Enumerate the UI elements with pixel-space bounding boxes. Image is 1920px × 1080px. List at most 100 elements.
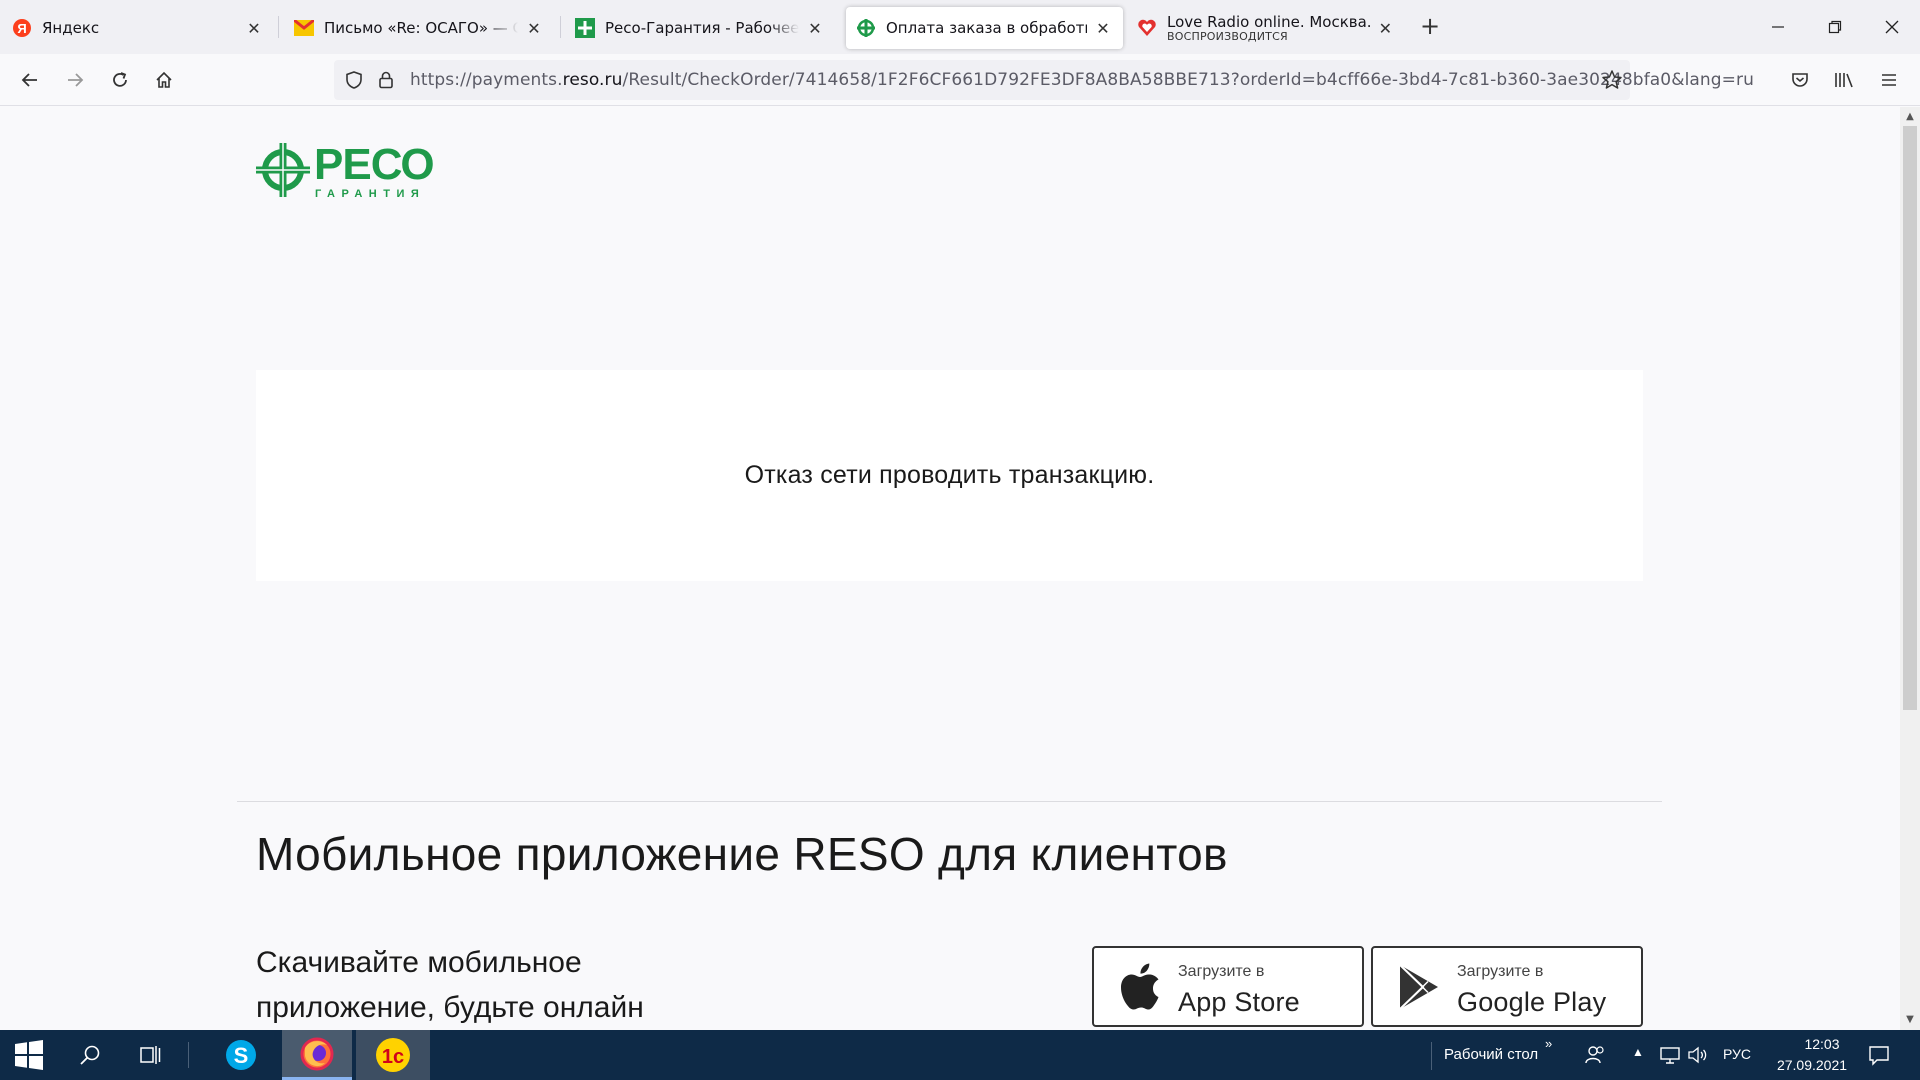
pocket-icon [1792, 73, 1808, 87]
status-message: Отказ сети проводить транзакцию. [744, 461, 1155, 489]
skype-icon: S [226, 1040, 256, 1070]
close-icon[interactable]: ✕ [524, 18, 544, 38]
tab-order-processing[interactable]: Оплата заказа в обработке ✕ [846, 7, 1123, 49]
tab-love-radio[interactable]: Love Radio online. Москва. ВОСПРОИЗВОДИТ… [1127, 7, 1403, 49]
task-view-icon [140, 1046, 161, 1064]
minimize-button[interactable] [1758, 12, 1798, 42]
section-divider [237, 801, 1662, 802]
chevron-right-double-icon[interactable]: » [1545, 1036, 1552, 1051]
taskbar-separator [188, 1042, 189, 1068]
home-button[interactable] [148, 64, 180, 96]
googleplay-small-label: Загрузите в [1457, 962, 1544, 980]
close-icon[interactable]: ✕ [244, 18, 264, 38]
mail-icon [294, 18, 314, 38]
tab-title: Яндекс [42, 19, 100, 37]
arrow-left-icon [21, 73, 37, 87]
app-description: Скачивайте мобильное приложение, будьте … [256, 946, 644, 1024]
appstore-big-label: App Store [1178, 986, 1300, 1017]
lock-icon[interactable] [374, 68, 398, 92]
reload-icon [113, 72, 127, 87]
forward-button[interactable] [59, 64, 91, 96]
page-content: РЕСО ГАРАНТИЯ Отказ сети проводить транз… [0, 107, 1900, 1030]
tab-separator [278, 16, 279, 38]
svg-text:Я: Я [17, 21, 26, 36]
1c-app[interactable]: 1с [356, 1030, 430, 1080]
reso-logo[interactable]: РЕСО ГАРАНТИЯ [255, 137, 450, 200]
google-play-icon [1389, 962, 1449, 1012]
app-store-button[interactable]: Загрузите в App Store [1092, 946, 1364, 1027]
tab-audio-status: ВОСПРОИЗВОДИТСЯ [1167, 29, 1288, 43]
tab-title: Письмо «Re: ОСАГО» — Служба [324, 19, 518, 37]
desktop-toolbar-label[interactable]: Рабочий стол [1444, 1046, 1538, 1063]
reso-icon [575, 18, 595, 38]
close-icon[interactable]: ✕ [805, 18, 825, 38]
notifications-button[interactable] [1856, 1030, 1902, 1080]
volume-button[interactable] [1684, 1030, 1712, 1080]
minimize-icon [1772, 26, 1784, 28]
shield-icon[interactable] [342, 68, 366, 92]
taskbar-separator [1431, 1042, 1432, 1070]
chevron-up-icon[interactable]: ▲ [1632, 1045, 1644, 1059]
1c-icon: 1с [376, 1038, 410, 1072]
skype-app[interactable]: S [216, 1030, 266, 1080]
windows-icon [15, 1040, 43, 1070]
tab-title: Ресо-Гарантия - Рабочее место [605, 19, 799, 37]
library-icon [1835, 73, 1853, 88]
app-heading: Мобильное приложение RESO для клиентов [256, 828, 1228, 880]
notification-icon [1869, 1046, 1889, 1066]
language-indicator[interactable]: РУС [1723, 1046, 1751, 1062]
tab-separator [560, 16, 561, 38]
tab-mail[interactable]: Письмо «Re: ОСАГО» — Служба ✕ [284, 7, 554, 49]
tab-title: Оплата заказа в обработке [886, 19, 1087, 37]
firefox-icon [300, 1037, 334, 1070]
back-button[interactable] [14, 64, 46, 96]
hamburger-icon [1882, 74, 1896, 86]
reload-button[interactable] [104, 64, 136, 96]
logo-main-text: РЕСО [314, 140, 434, 189]
scrollbar-thumb[interactable] [1903, 126, 1917, 710]
tab-title: Love Radio online. Москва. [1167, 13, 1372, 31]
tab-reso-workplace[interactable]: Ресо-Гарантия - Рабочее место ✕ [565, 7, 835, 49]
scroll-down-icon[interactable]: ▼ [1903, 1013, 1917, 1027]
search-button[interactable] [68, 1030, 112, 1080]
love-radio-icon [1137, 18, 1157, 38]
taskbar: S 1с Рабочий стол » ▲ РУС 12:03 27.09.20… [0, 1030, 1920, 1080]
search-icon [80, 1045, 100, 1065]
yandex-icon: Я [12, 18, 32, 38]
restore-button[interactable] [1815, 12, 1855, 42]
svg-text:1с: 1с [382, 1046, 404, 1068]
close-window-button[interactable] [1872, 12, 1912, 42]
home-icon [156, 71, 172, 88]
network-button[interactable] [1656, 1030, 1684, 1080]
tab-yandex[interactable]: Я Яндекс ✕ [2, 7, 274, 49]
svg-text:S: S [234, 1043, 249, 1068]
people-icon [1585, 1046, 1604, 1064]
speaker-icon [1688, 1046, 1707, 1064]
close-icon [1885, 20, 1899, 34]
start-button[interactable] [0, 1030, 58, 1080]
address-bar[interactable]: https://payments.reso.ru/Result/CheckOrd… [334, 60, 1754, 100]
logo-sub-text: ГАРАНТИЯ [315, 188, 425, 199]
google-play-button[interactable]: Загрузите в Google Play [1371, 946, 1643, 1027]
people-button[interactable] [1580, 1030, 1610, 1080]
status-card: Отказ сети проводить транзакцию. [256, 370, 1643, 581]
close-icon[interactable]: ✕ [1378, 18, 1393, 38]
clock-date[interactable]: 27.09.2021 [1764, 1057, 1860, 1073]
new-tab-button[interactable]: + [1418, 14, 1442, 39]
task-view-button[interactable] [128, 1030, 172, 1080]
reso-cross-logo-icon [256, 143, 310, 197]
firefox-app[interactable] [282, 1030, 352, 1080]
network-icon [1660, 1047, 1680, 1064]
clock-time[interactable]: 12:03 [1784, 1036, 1860, 1052]
menu-button[interactable] [1873, 64, 1905, 96]
scroll-up-icon[interactable]: ▲ [1903, 110, 1917, 124]
library-button[interactable] [1828, 64, 1860, 96]
pocket-button[interactable] [1784, 64, 1816, 96]
close-icon[interactable]: ✕ [1093, 18, 1113, 38]
url-text[interactable]: https://payments.reso.ru/Result/CheckOrd… [410, 70, 1754, 90]
arrow-right-icon [68, 73, 84, 87]
tab-strip: Я Яндекс ✕ Письмо «Re: ОСАГО» — Служба ✕… [0, 0, 1920, 54]
navigation-bar: https://payments.reso.ru/Result/CheckOrd… [0, 54, 1920, 106]
googleplay-big-label: Google Play [1457, 986, 1607, 1017]
bookmark-star-icon[interactable] [1600, 68, 1624, 92]
